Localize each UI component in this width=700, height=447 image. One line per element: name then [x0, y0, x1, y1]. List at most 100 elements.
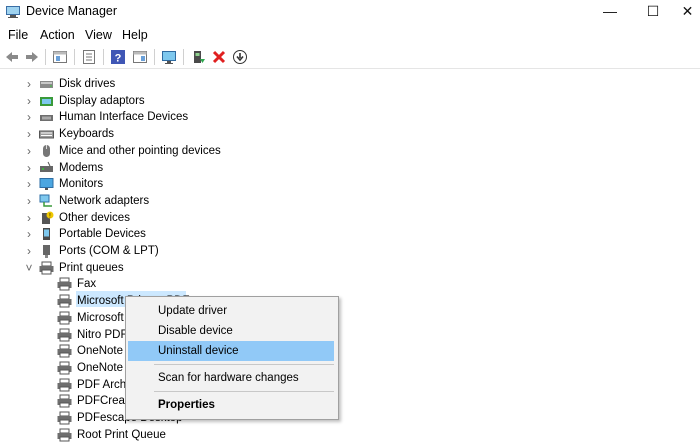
context-divider	[154, 364, 334, 365]
monitor-icon	[39, 177, 54, 191]
tree-item-label: Network adapters	[59, 194, 150, 207]
download-driver-icon[interactable]	[232, 49, 248, 65]
context-divider	[154, 391, 334, 392]
portable-device-icon	[39, 227, 54, 241]
svg-text:?: ?	[115, 53, 122, 65]
printer-icon	[57, 361, 72, 375]
tree-print-queue-item[interactable]: Fax	[24, 276, 424, 292]
mouse-icon	[39, 144, 54, 158]
chevron-right-icon[interactable]: ›	[24, 226, 34, 242]
tree-item-label: Display adaptors	[59, 94, 145, 107]
monitor-scan-icon[interactable]	[161, 49, 177, 65]
tree-category-other-devices[interactable]: ›! Other devices	[24, 210, 424, 226]
toolbar-separator	[183, 49, 184, 65]
context-item-label: Scan for hardware changes	[158, 372, 299, 384]
tree-item-label: Monitors	[59, 178, 104, 191]
menu-help[interactable]: Help	[122, 28, 148, 42]
close-button[interactable]: ✕	[675, 0, 700, 24]
maximize-button[interactable]: ☐	[631, 0, 675, 24]
chevron-right-icon[interactable]: ›	[24, 76, 34, 92]
minimize-button[interactable]: —	[588, 0, 632, 24]
tree-item-label: Mice and other pointing devices	[59, 144, 221, 157]
chevron-right-icon[interactable]: ›	[24, 126, 34, 142]
chevron-right-icon[interactable]: ›	[24, 176, 34, 192]
display-adapter-icon	[39, 94, 54, 108]
back-arrow-icon[interactable]	[4, 49, 20, 65]
tree-category-human-interface-devices[interactable]: › Human Interface Devices	[24, 109, 424, 125]
context-update-driver[interactable]: Update driver	[128, 301, 334, 321]
printer-icon	[57, 378, 72, 392]
context-item-label: Update driver	[158, 305, 228, 317]
modem-icon	[39, 161, 54, 175]
tree-item-label: Microsoft	[77, 311, 124, 324]
tree-print-queue-item[interactable]: Root Print Queue	[24, 427, 424, 443]
tree-item-label: Nitro PDF	[77, 328, 128, 341]
action-pane-icon[interactable]	[132, 49, 148, 65]
context-item-label: Uninstall device	[158, 345, 239, 357]
uninstall-x-icon[interactable]	[211, 49, 227, 65]
tree-category-portable-devices[interactable]: › Portable Devices	[24, 226, 424, 242]
chevron-right-icon[interactable]: ›	[24, 109, 34, 125]
tree-category-print-queues[interactable]: ˅ Print queues	[24, 260, 424, 276]
menu-action[interactable]: Action	[40, 28, 75, 42]
context-uninstall-device[interactable]: Uninstall device	[128, 341, 334, 361]
tree-item-label: Portable Devices	[59, 228, 146, 241]
disk-drive-icon	[39, 77, 54, 91]
printer-icon	[57, 394, 72, 408]
title-bar: Device Manager — ☐ ✕	[0, 0, 700, 24]
tree-category-mice-and-other-pointing-devices[interactable]: › Mice and other pointing devices	[24, 143, 424, 159]
port-icon	[39, 244, 54, 258]
tree-category-monitors[interactable]: › Monitors	[24, 176, 424, 192]
tree-item-label: Ports (COM & LPT)	[59, 245, 159, 257]
context-item-label: Properties	[158, 399, 215, 411]
update-driver-icon[interactable]	[191, 49, 207, 65]
chevron-right-icon[interactable]: ›	[24, 93, 34, 109]
tree-item-label: Other devices	[59, 211, 130, 224]
tree-item-label: OneNote	[77, 345, 124, 358]
hid-icon	[39, 110, 54, 124]
tree-item-label: Print queues	[59, 261, 124, 274]
context-scan-hardware[interactable]: Scan for hardware changes	[128, 368, 334, 388]
context-properties[interactable]: Properties	[128, 395, 334, 415]
tree-category-ports-com-lpt[interactable]: › Ports (COM & LPT)	[24, 243, 424, 259]
printer-icon	[57, 344, 72, 358]
tree-category-display-adaptors[interactable]: › Display adaptors	[24, 93, 424, 109]
toolbar-separator	[45, 49, 46, 65]
chevron-right-icon[interactable]: ›	[24, 143, 34, 159]
menu-file[interactable]: File	[8, 28, 28, 42]
menu-bar: File Action View Help	[0, 26, 700, 46]
tree-category-network-adapters[interactable]: › Network adapters	[24, 193, 424, 209]
toolbar: ?	[0, 46, 700, 69]
properties-icon[interactable]	[81, 49, 97, 65]
tree-category-keyboards[interactable]: › Keyboards	[24, 126, 424, 142]
tree-item-label: Root Print Queue	[77, 428, 166, 441]
chevron-down-icon[interactable]: ˅	[24, 260, 34, 276]
printer-icon	[39, 261, 54, 275]
context-menu: Update driver Disable device Uninstall d…	[125, 296, 339, 420]
tree-item-label: Human Interface Devices	[59, 111, 189, 124]
toolbar-separator	[74, 49, 75, 65]
forward-arrow-icon[interactable]	[24, 49, 40, 65]
printer-icon	[57, 328, 72, 342]
printer-icon	[57, 411, 72, 425]
printer-icon	[57, 428, 72, 442]
chevron-right-icon[interactable]: ›	[24, 243, 34, 259]
tree-item-label: Disk drives	[59, 78, 116, 90]
tree-item-label: Fax	[77, 278, 97, 291]
keyboard-icon	[39, 127, 54, 141]
tree-item-label: Keyboards	[59, 128, 114, 141]
device-manager-app-icon	[6, 5, 20, 18]
chevron-right-icon[interactable]: ›	[24, 160, 34, 176]
tree-category-modems[interactable]: › Modems	[24, 160, 424, 176]
toolbar-separator	[103, 49, 104, 65]
chevron-right-icon[interactable]: ›	[24, 210, 34, 226]
printer-icon	[57, 294, 72, 308]
network-adapter-icon	[39, 194, 54, 208]
chevron-right-icon[interactable]: ›	[24, 193, 34, 209]
help-icon[interactable]: ?	[110, 49, 126, 65]
tree-category-disk-drives[interactable]: › Disk drives	[24, 76, 424, 92]
console-tree-icon[interactable]	[52, 49, 68, 65]
context-disable-device[interactable]: Disable device	[128, 321, 334, 341]
menu-view[interactable]: View	[85, 28, 112, 42]
printer-icon	[57, 277, 72, 291]
